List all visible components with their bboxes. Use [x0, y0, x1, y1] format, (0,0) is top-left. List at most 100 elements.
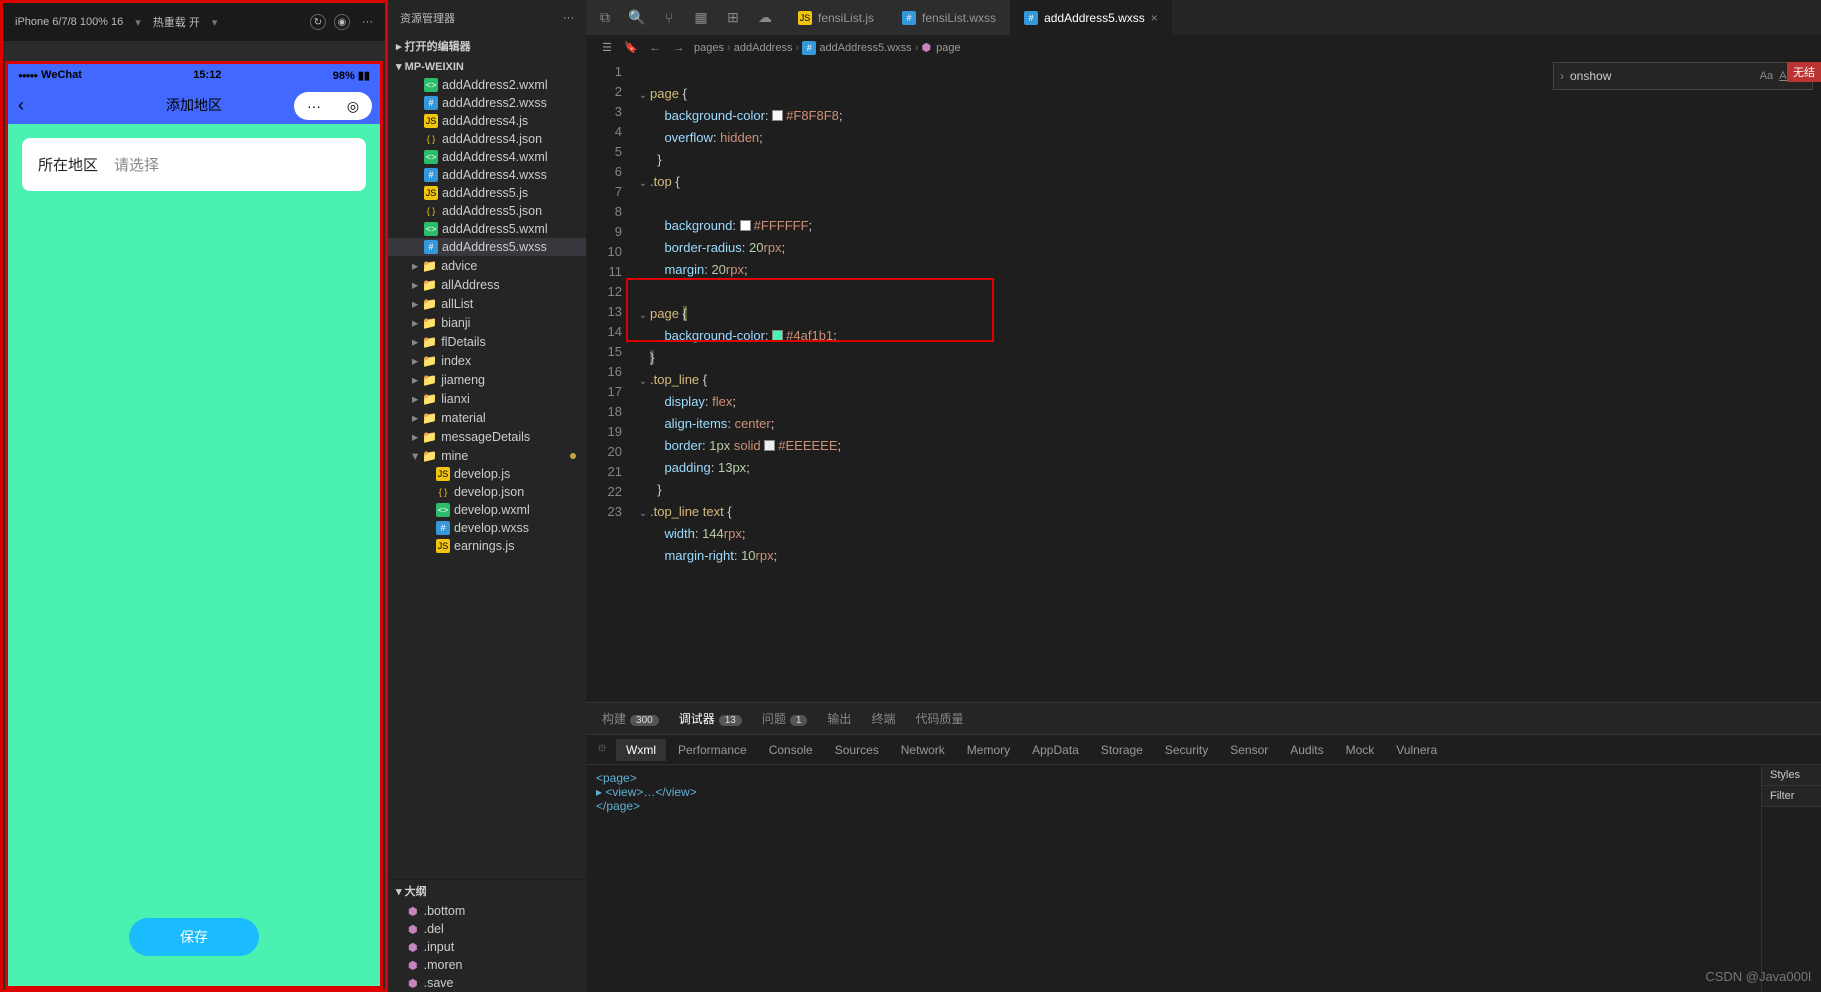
editor-tab[interactable]: #fensiList.wxss [888, 0, 1010, 35]
devtools-tab[interactable]: Security [1155, 739, 1218, 761]
search-icon[interactable]: 🔍 [624, 5, 650, 31]
folder-item[interactable]: ▸ index [388, 351, 586, 370]
breadcrumb[interactable]: ☰ 🔖 ← → pages › addAddress › # addAddres… [586, 35, 1821, 60]
match-case-icon[interactable]: Aa [1760, 70, 1773, 82]
folder-item[interactable]: ▸ material [388, 408, 586, 427]
capsule-button[interactable]: ···◎ [294, 92, 372, 120]
folder-item[interactable]: ▸ messageDetails [388, 427, 586, 446]
devtools-tab[interactable]: Audits [1280, 739, 1333, 761]
file-item[interactable]: JSdevelop.js [388, 465, 586, 483]
panel-tab[interactable]: 终端 [863, 706, 903, 731]
inspect-icon[interactable]: ⯐ [590, 739, 614, 760]
editor-tab[interactable]: JSfensiList.js [784, 0, 888, 35]
simulator-toolbar: iPhone 6/7/8 100% 16▾ 热重载 开▾ ↻ ◉ ··· [3, 3, 385, 41]
record-icon[interactable]: ◉ [334, 14, 350, 30]
find-widget[interactable]: › Aa Ab .* [1553, 62, 1813, 90]
devtools-tab[interactable]: AppData [1022, 739, 1089, 761]
json-file-icon: { } [436, 485, 450, 499]
back-icon[interactable]: ‹ [18, 95, 24, 116]
folder-item[interactable]: ▸ allAddress [388, 275, 586, 294]
folder-item-open[interactable]: ▾ mine [388, 446, 586, 465]
panel-tab[interactable]: 代码质量 [907, 706, 971, 731]
devtools-tab[interactable]: Console [759, 739, 823, 761]
styles-filter[interactable]: Filter [1762, 786, 1821, 807]
copy-icon[interactable]: ⧉ [592, 5, 618, 31]
hot-reload-toggle[interactable]: 热重载 开 [149, 12, 204, 32]
file-item[interactable]: JSaddAddress5.js [388, 184, 586, 202]
bookmark-icon[interactable]: 🔖 [622, 39, 640, 57]
phone-status-bar: WeChat 15:12 98% ▮▮ [8, 64, 380, 86]
file-item[interactable]: JSearnings.js [388, 537, 586, 555]
file-item[interactable]: <>addAddress5.wxml [388, 220, 586, 238]
panel-tab[interactable]: 调试器13 [671, 706, 750, 731]
editor-action-bar: ⧉ 🔍 ⑂ ▦ ⊞ ☁ [586, 0, 784, 35]
js-file-icon: JS [436, 539, 450, 553]
devtools-tab[interactable]: Mock [1336, 739, 1385, 761]
region-picker-row[interactable]: 所在地区 请选择 [22, 138, 366, 191]
device-selector[interactable]: iPhone 6/7/8 100% 16 [11, 14, 127, 30]
file-item[interactable]: #develop.wxss [388, 519, 586, 537]
outline-item[interactable]: ⬢.moren [388, 956, 586, 974]
wxss-file-icon: # [424, 96, 438, 110]
file-item[interactable]: #addAddress4.wxss [388, 166, 586, 184]
code-editor[interactable]: 1234567891011121314151617181920212223 ⌄p… [586, 60, 1821, 702]
folder-item[interactable]: ▸ allList [388, 294, 586, 313]
outline-section[interactable]: 大纲 [388, 880, 586, 902]
file-item[interactable]: { }develop.json [388, 483, 586, 501]
cloud-icon[interactable]: ☁ [752, 5, 778, 31]
outline-item[interactable]: ⬢.save [388, 974, 586, 992]
project-section[interactable]: MP-WEIXIN [388, 57, 586, 76]
devtools-tab[interactable]: Sources [825, 739, 889, 761]
debug-icon[interactable]: ▦ [688, 5, 714, 31]
js-file-icon: JS [424, 114, 438, 128]
folder-item[interactable]: ▸ flDetails [388, 332, 586, 351]
list-icon[interactable]: ☰ [598, 39, 616, 57]
devtools-tab[interactable]: Network [891, 739, 955, 761]
panel-tab[interactable]: 输出 [819, 706, 859, 731]
file-item[interactable]: <>addAddress2.wxml [388, 76, 586, 94]
styles-header[interactable]: Styles [1762, 765, 1821, 786]
wxss-file-icon: # [902, 11, 916, 25]
file-item[interactable]: #addAddress5.wxss [388, 238, 586, 256]
panel-tab[interactable]: 问题1 [754, 706, 816, 731]
outline-item[interactable]: ⬢.bottom [388, 902, 586, 920]
file-item[interactable]: { }addAddress5.json [388, 202, 586, 220]
outline-item[interactable]: ⬢.del [388, 920, 586, 938]
folder-item[interactable]: ▸ bianji [388, 313, 586, 332]
wxml-tree[interactable]: <page> ▸ <view>…</view></page> [586, 765, 1761, 992]
file-item[interactable]: JSaddAddress4.js [388, 112, 586, 130]
outline-item[interactable]: ⬢.input [388, 938, 586, 956]
extensions-icon[interactable]: ⊞ [720, 5, 746, 31]
close-tab-icon[interactable]: × [1151, 11, 1158, 25]
wxml-file-icon: <> [424, 78, 438, 92]
nav-back-icon[interactable]: ← [646, 39, 664, 57]
source-control-icon[interactable]: ⑂ [656, 5, 682, 31]
open-editors-section[interactable]: 打开的编辑器 [388, 35, 586, 57]
more-button[interactable]: ··· [358, 14, 377, 30]
folder-item[interactable]: ▸ advice [388, 256, 586, 275]
tab-bar: JSfensiList.js#fensiList.wxss#addAddress… [784, 0, 1172, 35]
expand-find-icon[interactable]: › [1560, 69, 1564, 83]
styles-pane: Styles Filter [1761, 765, 1821, 992]
devtools-tab[interactable]: Wxml [616, 739, 666, 761]
file-item[interactable]: { }addAddress4.json [388, 130, 586, 148]
explorer-more-icon[interactable]: ··· [563, 12, 574, 24]
file-item[interactable]: #addAddress2.wxss [388, 94, 586, 112]
wxml-file-icon: <> [424, 222, 438, 236]
devtools-tab[interactable]: Storage [1091, 739, 1153, 761]
devtools-tab[interactable]: Vulnera [1386, 739, 1447, 761]
panel-tab[interactable]: 构建300 [594, 706, 667, 731]
field-placeholder: 请选择 [114, 154, 159, 175]
devtools-tab[interactable]: Performance [668, 739, 757, 761]
devtools-tab[interactable]: Sensor [1220, 739, 1278, 761]
save-button[interactable]: 保存 [129, 918, 259, 956]
folder-item[interactable]: ▸ lianxi [388, 389, 586, 408]
file-item[interactable]: <>develop.wxml [388, 501, 586, 519]
editor-tab[interactable]: #addAddress5.wxss× [1010, 0, 1172, 35]
devtools-tab[interactable]: Memory [957, 739, 1020, 761]
folder-item[interactable]: ▸ jiameng [388, 370, 586, 389]
file-item[interactable]: <>addAddress4.wxml [388, 148, 586, 166]
find-input[interactable] [1570, 69, 1754, 83]
refresh-icon[interactable]: ↻ [310, 14, 326, 30]
nav-forward-icon[interactable]: → [670, 39, 688, 57]
